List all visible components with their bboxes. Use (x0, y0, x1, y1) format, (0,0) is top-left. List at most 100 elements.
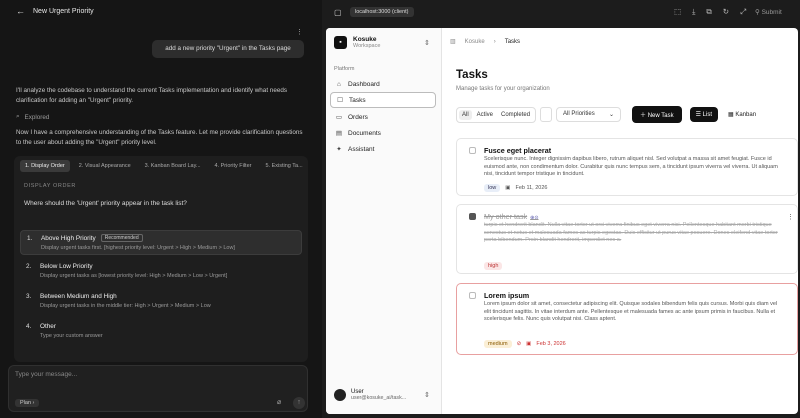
tab-existing-tasks[interactable]: 5. Existing Ta... (260, 160, 307, 172)
priority-select[interactable]: All Priorities ⌄ (556, 107, 622, 122)
option-title: Other (40, 323, 56, 330)
task-title-text: My other task (484, 212, 528, 221)
task-card[interactable]: Fusce eget placerat Scelerisque nunc. In… (456, 138, 798, 196)
filter-completed[interactable]: Completed (498, 110, 533, 120)
sidebar-toggle-icon[interactable]: ▥ (450, 38, 456, 45)
kanban-view-button[interactable]: ▦ Kanban (722, 107, 762, 122)
user-email: user@kosuke_ai/task... (351, 395, 407, 401)
option-number: 4. (26, 323, 32, 330)
workspace-sub: Workspace (353, 43, 381, 49)
breadcrumb-root[interactable]: Kosuke (465, 39, 485, 45)
option-custom-input[interactable]: Type your custom answer (40, 333, 296, 339)
new-task-button[interactable]: ＋ New Task (632, 106, 682, 123)
sidebar-item-assistant[interactable]: ✦ Assistant (330, 141, 436, 157)
task-description: Lorem ipsum dolor sit amet, consectetur … (484, 301, 778, 323)
task-description: Scelerisque nunc. Integer dignissim dapi… (484, 156, 778, 178)
option-title: Between Medium and High (40, 293, 117, 300)
url-label[interactable]: localhost:3000 (client) (350, 7, 414, 17)
task-checkbox[interactable] (469, 147, 476, 154)
option-description: Display urgent tasks in the middle tier:… (40, 303, 211, 309)
breadcrumb: ▥ Kosuke › Tasks (450, 38, 521, 46)
nav-label: Documents (348, 129, 381, 137)
plan-label: Plan (20, 400, 32, 406)
nav-label: Tasks (349, 96, 366, 104)
more-vertical-icon[interactable]: ⋮ (787, 213, 794, 221)
sidebar-item-orders[interactable]: ▭ Orders (330, 109, 436, 125)
calendar-icon: ▣ (505, 185, 511, 191)
documents-icon: ▤ (335, 130, 343, 137)
nav-section-label: Platform (334, 66, 355, 72)
assistant-paragraph: I'll analyze the codebase to understand … (16, 87, 287, 104)
option-title: Below Low Priority (40, 263, 93, 270)
workspace-name: Kosuke (353, 36, 377, 43)
page-title: Tasks (456, 69, 488, 81)
filter-toggle[interactable] (540, 107, 553, 122)
explored-row[interactable]: ⌕ Explored (16, 113, 49, 121)
option-number: 2. (26, 263, 32, 270)
back-arrow-icon[interactable]: ← (16, 6, 25, 16)
calendar-icon: ▣ (526, 341, 532, 347)
question-text: Where should the 'Urgent' priority appea… (24, 200, 187, 207)
option-4[interactable]: 4. Other Type your custom answer (20, 320, 302, 342)
inspect-icon[interactable]: ⬚ (674, 7, 681, 17)
task-card[interactable]: My other task ⊕⊙ turpis et hendrerit blan… (456, 204, 798, 274)
workspace-switcher[interactable]: ▪ Kosuke Workspace (334, 36, 380, 49)
attach-icon[interactable]: ⌀ (277, 398, 281, 406)
chevron-right-icon: › (493, 38, 496, 45)
task-checkbox[interactable] (469, 213, 476, 220)
external-link-icon[interactable]: ⧉ (706, 7, 711, 17)
submit-button[interactable]: ⚲ Submit (755, 8, 782, 16)
app-frame: ▪ Kosuke Workspace ⇕ Platform ⌂ Dashboard… (326, 28, 798, 414)
option-description: Display urgent tasks first. [highest pri… (41, 245, 235, 251)
task-meta: low ▣ Feb 11, 2026 (484, 184, 547, 192)
kanban-label: Kanban (735, 112, 757, 118)
sidebar-item-tasks[interactable]: ☐ Tasks (330, 92, 436, 108)
workspace-logo-icon: ▪ (334, 36, 347, 49)
chat-title: New Urgent Priority (33, 7, 94, 15)
user-menu[interactable]: User user@kosuke_ai/task... (334, 389, 406, 401)
tab-display-order[interactable]: 1. Display Order (20, 160, 70, 172)
tab-priority-filter[interactable]: 4. Priority Filter (210, 160, 257, 172)
task-card[interactable]: Lorem ipsum Lorem ipsum dolor sit amet, … (456, 283, 798, 355)
question-label: DISPLAY ORDER (24, 183, 76, 189)
chat-input[interactable]: Type your message... Plan › ⌀ ↑ (8, 365, 308, 412)
plan-mode-button[interactable]: Plan › (15, 399, 40, 407)
explored-label: Explored (24, 113, 50, 121)
filter-active[interactable]: Active (474, 110, 496, 120)
filter-all[interactable]: All (459, 109, 472, 120)
user-message: add a new priority "Urgent" in the Tasks… (152, 40, 304, 58)
priority-badge: high (484, 262, 503, 270)
assistant-icon: ✦ (336, 146, 342, 153)
chevron-updown-icon[interactable]: ⇕ (424, 39, 430, 47)
sidebar-item-documents[interactable]: ▤ Documents (330, 125, 436, 141)
priority-select-value: All Priorities (563, 111, 595, 117)
task-description: turpis et hendrerit blandit. Nulla vitae… (484, 222, 778, 244)
task-title: Fusce eget placerat (484, 146, 552, 155)
task-checkbox[interactable] (469, 292, 476, 299)
download-icon[interactable]: ⤓ (692, 7, 695, 17)
option-3[interactable]: 3. Between Medium and High Display urgent… (20, 290, 302, 312)
chevron-updown-icon[interactable]: ⇕ (424, 391, 430, 399)
due-date: Feb 3, 2026 (536, 341, 566, 347)
toolbar-icons: ⬚ ⤓ ⧉ ↻ ⤢ (674, 7, 746, 17)
option-1[interactable]: 1. Above High Priority Recommended Display… (20, 230, 302, 255)
breadcrumb-current: Tasks (504, 38, 521, 45)
more-icon[interactable]: ⋮ (296, 28, 303, 36)
tab-kanban-board[interactable]: 3. Kanban Board Lay... (140, 160, 206, 172)
send-button[interactable]: ↑ (293, 397, 305, 409)
option-number: 1. (27, 234, 33, 242)
sidebar-item-dashboard[interactable]: ⌂ Dashboard (330, 76, 436, 92)
tab-visual-appearance[interactable]: 2. Visual Appearance (74, 160, 136, 172)
option-2[interactable]: 2. Below Low Priority Display urgent task… (20, 260, 302, 282)
new-task-label: New Task (647, 113, 674, 119)
list-view-button[interactable]: ☰ List (689, 107, 718, 122)
sidebar-toggle-icon[interactable]: ▢ (334, 8, 342, 17)
message-placeholder[interactable]: Type your message... (15, 371, 77, 378)
expand-icon[interactable]: ⤢ (740, 7, 746, 17)
refresh-icon[interactable]: ↻ (723, 7, 729, 17)
due-date: Feb 11, 2026 (515, 185, 548, 191)
app-sidebar: ▪ Kosuke Workspace ⇕ Platform ⌂ Dashboard… (326, 28, 442, 414)
link-icon: ⊕⊙ (530, 215, 539, 221)
preview-toolbar: ▢ localhost:3000 (client) ⬚ ⤓ ⧉ ↻ ⤢ ⚲ Su… (322, 0, 800, 26)
recommended-badge: Recommended (100, 234, 143, 242)
